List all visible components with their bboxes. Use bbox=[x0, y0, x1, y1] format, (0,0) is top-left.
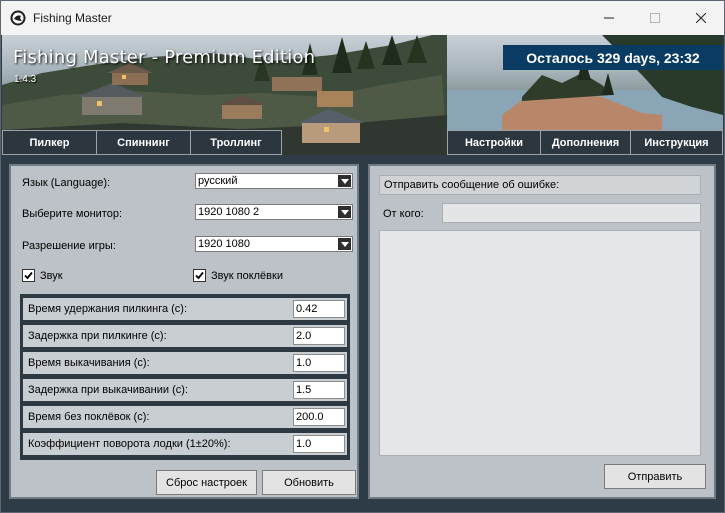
param-label: Время без поклёвок (с): bbox=[28, 411, 150, 423]
resolution-select[interactable]: 1920 1080 bbox=[195, 236, 353, 252]
close-icon bbox=[696, 13, 706, 23]
monitor-value: 1920 1080 2 bbox=[198, 206, 260, 218]
param-label: Задержка при пилкинге (с): bbox=[28, 330, 167, 342]
language-select[interactable]: русский bbox=[195, 173, 353, 189]
param-input[interactable]: 1.0 bbox=[293, 354, 345, 372]
tab-trolling[interactable]: Троллинг bbox=[190, 130, 282, 155]
error-report-panel: Отправить сообщение об ошибке: От кого: … bbox=[368, 164, 716, 499]
param-input[interactable]: 0.42 bbox=[293, 300, 345, 318]
resolution-label: Разрешение игры: bbox=[22, 240, 116, 252]
bite-sound-label: Звук поклёвки bbox=[211, 270, 283, 282]
monitor-select[interactable]: 1920 1080 2 bbox=[195, 204, 353, 220]
param-input[interactable]: 2.0 bbox=[293, 327, 345, 345]
minimize-button[interactable] bbox=[586, 1, 632, 35]
chevron-down-icon bbox=[338, 238, 351, 250]
param-row: Время выкачивания (с): 1.0 bbox=[23, 352, 347, 374]
bite-sound-checkbox[interactable] bbox=[193, 269, 206, 282]
param-row: Время без поклёвок (с): 200.0 bbox=[23, 406, 347, 428]
check-icon bbox=[24, 271, 33, 280]
param-label: Коэффициент поворота лодки (1±20%): bbox=[28, 438, 231, 450]
reset-settings-button[interactable]: Сброс настроек bbox=[156, 470, 257, 495]
send-button[interactable]: Отправить bbox=[604, 464, 706, 489]
monitor-label: Выберите монитор: bbox=[22, 208, 122, 220]
maximize-icon bbox=[650, 13, 660, 23]
resolution-value: 1920 1080 bbox=[198, 238, 250, 250]
param-input[interactable]: 1.0 bbox=[293, 435, 345, 453]
sound-checkbox[interactable] bbox=[22, 269, 35, 282]
settings-panel: Язык (Language): русский Выберите монито… bbox=[9, 164, 359, 499]
param-label: Время удержания пилкинга (с): bbox=[28, 303, 188, 315]
update-button[interactable]: Обновить bbox=[262, 470, 356, 495]
param-label: Задержка при выкачивании (с): bbox=[28, 384, 188, 396]
from-input[interactable] bbox=[442, 203, 701, 223]
from-label: От кого: bbox=[383, 208, 424, 220]
report-heading: Отправить сообщение об ошибке: bbox=[379, 175, 701, 195]
close-button[interactable] bbox=[678, 1, 724, 35]
tab-addons[interactable]: Дополнения bbox=[540, 130, 631, 155]
language-label: Язык (Language): bbox=[22, 177, 111, 189]
subscription-timer: Осталось 329 days, 23:32 bbox=[503, 45, 723, 70]
check-icon bbox=[195, 271, 204, 280]
tab-spinning[interactable]: Спиннинг bbox=[96, 130, 191, 155]
maximize-button[interactable] bbox=[632, 1, 678, 35]
sound-label: Звук bbox=[40, 270, 63, 282]
language-value: русский bbox=[198, 175, 238, 187]
timing-parameters: Время удержания пилкинга (с): 0.42 Задер… bbox=[20, 294, 350, 460]
banner-title: Fishing Master - Premium Edition bbox=[13, 47, 316, 68]
param-input[interactable]: 1.5 bbox=[293, 381, 345, 399]
chevron-down-icon bbox=[338, 175, 351, 187]
param-row: Время удержания пилкинга (с): 0.42 bbox=[23, 298, 347, 320]
chevron-down-icon bbox=[338, 206, 351, 218]
message-textarea[interactable] bbox=[379, 230, 701, 456]
param-row: Коэффициент поворота лодки (1±20%): 1.0 bbox=[23, 433, 347, 455]
window-title: Fishing Master bbox=[33, 11, 112, 25]
app-logo-icon bbox=[10, 10, 26, 26]
minimize-icon bbox=[604, 17, 614, 19]
param-row: Задержка при пилкинге (с): 2.0 bbox=[23, 325, 347, 347]
param-label: Время выкачивания (с): bbox=[28, 357, 150, 369]
param-row: Задержка при выкачивании (с): 1.5 bbox=[23, 379, 347, 401]
param-input[interactable]: 200.0 bbox=[293, 408, 345, 426]
title-bar[interactable]: Fishing Master bbox=[1, 1, 724, 35]
version-label: 1.4.3 bbox=[14, 74, 37, 85]
tab-instructions[interactable]: Инструкция bbox=[630, 130, 723, 155]
tab-settings[interactable]: Настройки bbox=[447, 130, 541, 155]
tab-pilker[interactable]: Пилкер bbox=[2, 130, 97, 155]
app-window: Fishing Master Fishing Master - Premium … bbox=[0, 0, 725, 513]
